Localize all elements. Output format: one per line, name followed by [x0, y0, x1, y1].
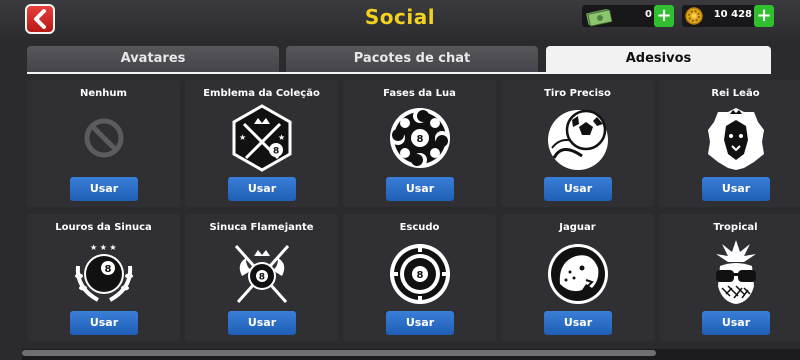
use-button[interactable]: Usar — [228, 311, 296, 335]
use-button[interactable]: Usar — [702, 177, 770, 201]
svg-text:8: 8 — [417, 134, 424, 145]
collection-emblem-icon: ★ ★ 8 — [232, 104, 292, 172]
svg-text:8: 8 — [105, 264, 112, 275]
use-button[interactable]: Usar — [228, 177, 296, 201]
coins-icon — [685, 7, 703, 25]
no-sticker-icon — [84, 118, 124, 158]
sticker-card-louros-da-sinuca[interactable]: Louros da Sinuca 8 ★ ★ ★ Usar — [27, 214, 180, 341]
svg-text:★ ★ ★: ★ ★ ★ — [90, 243, 117, 252]
use-button[interactable]: Usar — [70, 311, 138, 335]
use-button[interactable]: Usar — [544, 177, 612, 201]
scroll-thumb[interactable] — [22, 350, 656, 356]
use-button[interactable]: Usar — [702, 311, 770, 335]
svg-text:8: 8 — [417, 270, 424, 281]
sticker-name: Louros da Sinuca — [55, 222, 152, 233]
use-button[interactable]: Usar — [386, 177, 454, 201]
horizontal-scrollbar[interactable] — [22, 349, 800, 360]
coins-value: 10 428 — [713, 9, 752, 20]
lion-icon — [708, 108, 764, 170]
cash-counter: 0 + — [582, 5, 674, 27]
tab-avatares[interactable]: Avatares — [27, 46, 279, 72]
pineapple-icon — [716, 240, 756, 304]
sticker-card-nenhum[interactable]: Nenhum Usar — [27, 80, 180, 207]
cash-value: 0 — [645, 9, 652, 20]
use-button[interactable]: Usar — [70, 177, 138, 201]
sticker-card-emblema-da-colecao[interactable]: Emblema da Coleção ★ ★ 8 Usar — [185, 80, 338, 207]
sticker-name: Emblema da Coleção — [203, 88, 320, 99]
laurel-8-ball-icon: 8 ★ ★ ★ — [75, 243, 133, 302]
tab-underline — [27, 72, 771, 74]
sticker-name: Nenhum — [80, 88, 127, 99]
tab-pacotes-de-chat[interactable]: Pacotes de chat — [286, 46, 538, 72]
sticker-name: Escudo — [399, 222, 440, 233]
sticker-name: Rei Leão — [711, 88, 760, 99]
sticker-name: Fases da Lua — [383, 88, 456, 99]
add-coins-button[interactable]: + — [754, 5, 774, 27]
flaming-8-ball-icon: 8 — [234, 245, 290, 303]
tab-adesivos[interactable]: Adesivos — [546, 46, 771, 72]
sticker-card-tiro-preciso[interactable]: Tiro Preciso Usar — [501, 80, 654, 207]
add-cash-button[interactable]: + — [654, 5, 674, 27]
chevron-left-icon — [34, 9, 46, 29]
shield-target-icon: 8 — [390, 244, 450, 304]
sticker-card-tropical[interactable]: Tropical Usar — [659, 214, 800, 341]
svg-text:★: ★ — [278, 133, 285, 142]
sticker-card-fases-da-lua[interactable]: Fases da Lua 8 Usar — [343, 80, 496, 207]
cash-icon — [586, 9, 613, 27]
use-button[interactable]: Usar — [386, 311, 454, 335]
use-button[interactable]: Usar — [544, 311, 612, 335]
svg-text:8: 8 — [273, 147, 279, 157]
sticker-card-rei-leao[interactable]: Rei Leão Usar — [659, 80, 800, 207]
back-button[interactable] — [25, 4, 55, 34]
page-title: Social — [364, 5, 436, 29]
sticker-card-jaguar[interactable]: Jaguar Usar — [501, 214, 654, 341]
jaguar-icon — [548, 244, 608, 304]
moon-phases-icon: 8 — [390, 108, 450, 168]
sticker-card-sinuca-flamejante[interactable]: Sinuca Flamejante 8 Usar — [185, 214, 338, 341]
svg-text:8: 8 — [259, 273, 265, 283]
sticker-name: Sinuca Flamejante — [209, 222, 314, 233]
sticker-name: Jaguar — [559, 222, 596, 233]
top-bar: Social 0 + 10 428 + — [0, 0, 800, 40]
sticker-card-escudo[interactable]: Escudo 8 Usar — [343, 214, 496, 341]
sticker-grid: Nenhum Usar Emblema da Coleção ★ ★ 8 Usa… — [27, 80, 800, 350]
svg-text:★: ★ — [239, 133, 246, 142]
tab-bar: Avatares Pacotes de chat Adesivos — [27, 46, 771, 72]
sticker-name: Tiro Preciso — [544, 88, 611, 99]
soccer-ball-icon — [548, 109, 608, 170]
coins-counter: 10 428 + — [682, 5, 774, 27]
sticker-name: Tropical — [713, 222, 758, 233]
